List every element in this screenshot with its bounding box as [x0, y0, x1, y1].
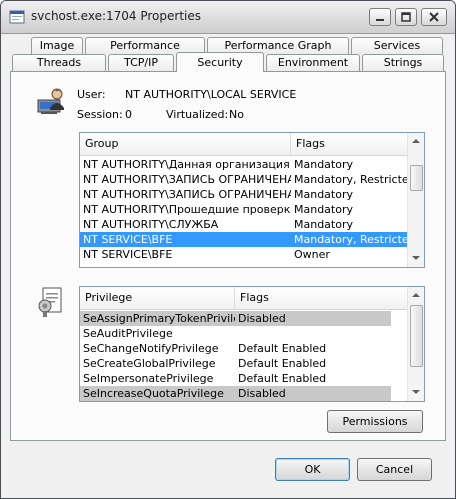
dialog-body: Image Performance Performance Graph Serv…	[1, 34, 455, 498]
flags-cell: Default Enabled	[238, 357, 327, 370]
table-row[interactable]: SeIncreaseQuotaPrivilege Disabled	[80, 386, 391, 401]
table-row[interactable]: SeAssignPrimaryTokenPrivilege Disabled	[80, 311, 391, 326]
group-cell: NT AUTHORITY\СЛУЖБА	[83, 218, 219, 231]
privileges-list[interactable]: Privilege Flags SeAssignPrimaryTokenPriv…	[79, 286, 425, 402]
groups-list[interactable]: Group Flags NT AUTHORITY\Данная организа…	[79, 132, 425, 268]
ok-button[interactable]: OK	[275, 458, 350, 481]
minimize-icon	[376, 19, 384, 21]
properties-window: svchost.exe:1704 Properties Image Perfor…	[0, 0, 456, 499]
table-row[interactable]: NT SERVICE\BFE Owner	[80, 247, 407, 262]
table-row[interactable]: NT AUTHORITY\ЗАПИСЬ ОГРАНИЧЕНА Mandatory	[80, 187, 407, 202]
flags-cell: Mandatory	[294, 158, 354, 171]
privilege-cell: SeImpersonatePrivilege	[83, 372, 214, 385]
flags-cell: Mandatory	[294, 203, 354, 216]
group-cell: NT AUTHORITY\ЗАПИСЬ ОГРАНИЧЕНА	[83, 173, 291, 186]
privilege-flags-column-header[interactable]: Flags	[235, 287, 408, 309]
title-bar[interactable]: svchost.exe:1704 Properties	[1, 1, 455, 34]
permissions-button-label: Permissions	[342, 415, 408, 428]
privilege-cell: SeIncreaseQuotaPrivilege	[83, 387, 224, 400]
maximize-button[interactable]	[395, 8, 417, 26]
flags-cell: Mandatory, Restricted	[294, 173, 407, 186]
flags-cell: Disabled	[238, 312, 286, 325]
privilege-cell: SeChangeNotifyPrivilege	[83, 342, 219, 355]
group-cell: NT AUTHORITY\ЗАПИСЬ ОГРАНИЧЕНА	[83, 188, 291, 201]
virtualized-label: Virtualized:	[166, 108, 229, 121]
group-cell: NT AUTHORITY\Данная организация	[83, 158, 290, 171]
user-value: NT AUTHORITY\LOCAL SERVICE	[125, 88, 297, 101]
table-row-selected[interactable]: NT SERVICE\BFE Mandatory, Restricted	[80, 232, 407, 247]
scroll-thumb[interactable]	[410, 165, 423, 191]
user-computer-icon	[37, 88, 64, 114]
user-label: User:	[77, 88, 106, 101]
scroll-down-icon[interactable]	[408, 250, 424, 266]
flags-cell: Mandatory, Restricted	[294, 233, 407, 246]
table-row[interactable]: NT AUTHORITY\ЗАПИСЬ ОГРАНИЧЕНА Mandatory…	[80, 172, 407, 187]
table-row[interactable]: SeAuditPrivilege	[80, 326, 391, 341]
scroll-up-icon[interactable]	[408, 133, 424, 149]
window-title: svchost.exe:1704 Properties	[31, 9, 201, 23]
tab-threads[interactable]: Threads	[12, 54, 106, 71]
flags-column-header[interactable]: Flags	[291, 133, 408, 155]
session-label: Session:	[77, 108, 123, 121]
flags-cell: Owner	[294, 248, 330, 261]
flags-cell: Disabled	[238, 387, 286, 400]
table-row[interactable]: NT AUTHORITY\Данная организация Mandator…	[80, 157, 407, 172]
minimize-button[interactable]	[369, 8, 391, 26]
group-cell: NT SERVICE\BFE	[83, 248, 173, 261]
groups-scrollbar[interactable]	[407, 133, 424, 267]
table-row[interactable]: SeChangeNotifyPrivilege Default Enabled	[80, 341, 391, 356]
tab-strings[interactable]: Strings	[362, 54, 444, 71]
group-column-header[interactable]: Group	[80, 133, 291, 155]
tab-image[interactable]: Image	[31, 37, 83, 54]
privilege-document-icon	[38, 287, 62, 317]
scroll-thumb[interactable]	[410, 305, 423, 367]
ok-button-label: OK	[304, 463, 321, 476]
virtualized-value: No	[229, 108, 244, 121]
privileges-list-header: Privilege Flags	[80, 287, 408, 310]
cancel-button[interactable]: Cancel	[357, 458, 432, 481]
tab-services[interactable]: Services	[351, 37, 443, 54]
tab-tcpip[interactable]: TCP/IP	[108, 54, 174, 71]
table-row[interactable]: NT AUTHORITY\Прошедшие проверку Mandator…	[80, 202, 407, 217]
maximize-icon	[401, 12, 411, 22]
close-button[interactable]	[421, 8, 447, 26]
privileges-scrollbar[interactable]	[407, 287, 424, 401]
privilege-cell: SeAuditPrivilege	[83, 327, 173, 340]
scroll-down-icon[interactable]	[408, 384, 424, 400]
flags-cell: Mandatory	[294, 188, 354, 201]
table-row[interactable]: SeImpersonatePrivilege Default Enabled	[80, 371, 391, 386]
close-icon	[429, 12, 439, 22]
flags-cell: Default Enabled	[238, 342, 327, 355]
privilege-column-header[interactable]: Privilege	[80, 287, 235, 309]
table-row[interactable]: NT AUTHORITY\СЛУЖБА Mandatory	[80, 217, 407, 232]
table-row[interactable]: SeCreateGlobalPrivilege Default Enabled	[80, 356, 391, 371]
flags-cell: Default Enabled	[238, 372, 327, 385]
groups-list-header: Group Flags	[80, 133, 408, 156]
permissions-button[interactable]: Permissions	[327, 410, 423, 433]
tab-environment[interactable]: Environment	[266, 54, 360, 71]
privilege-cell: SeCreateGlobalPrivilege	[83, 357, 216, 370]
privilege-cell: SeAssignPrimaryTokenPrivilege	[83, 312, 235, 325]
scroll-up-icon[interactable]	[408, 287, 424, 303]
group-cell: NT AUTHORITY\Прошедшие проверку	[83, 203, 291, 216]
session-value: 0	[125, 108, 132, 121]
tab-security[interactable]: Security	[176, 52, 264, 72]
flags-cell: Mandatory	[294, 218, 354, 231]
application-icon	[9, 10, 25, 24]
cancel-button-label: Cancel	[375, 463, 414, 476]
security-tab-panel: User: NT AUTHORITY\LOCAL SERVICE Session…	[10, 71, 446, 441]
group-cell: NT SERVICE\BFE	[83, 233, 173, 246]
